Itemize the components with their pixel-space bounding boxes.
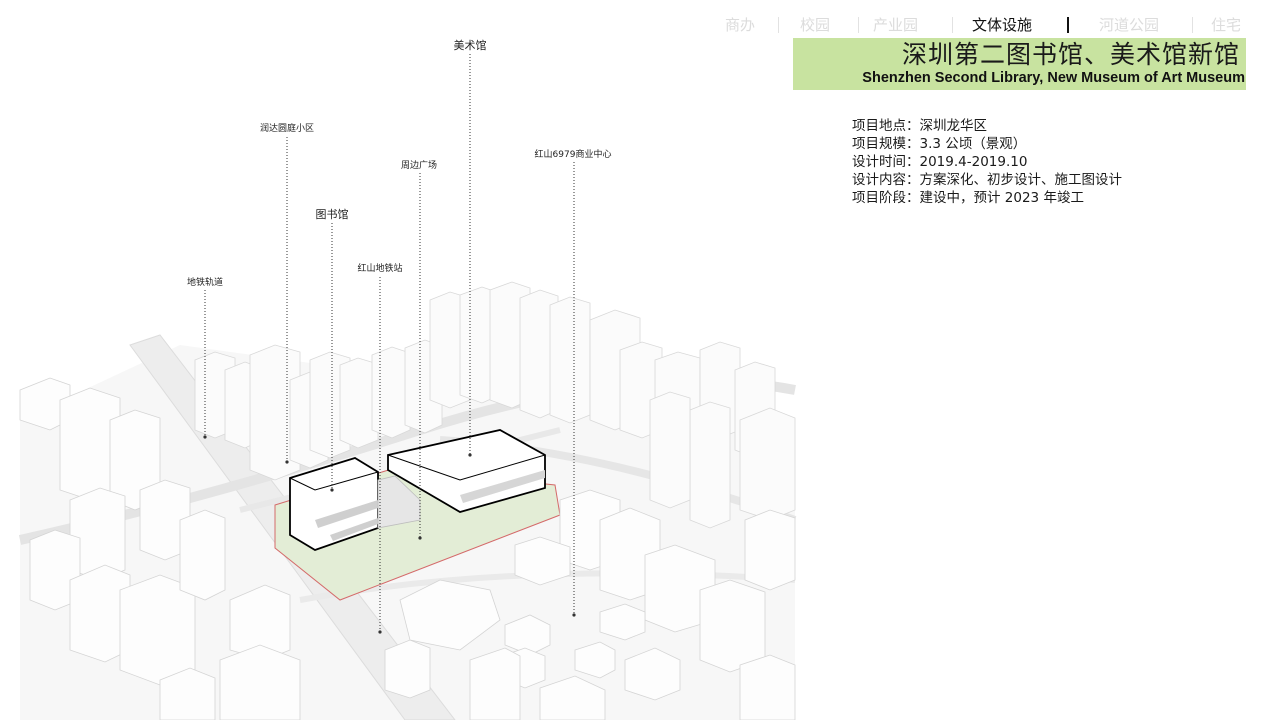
callout-metro-station: 红山地铁站 — [357, 264, 403, 274]
top-navigation: 商办 校园 产业园 文体设施 河道公园 住宅 — [720, 14, 1260, 36]
nav-item-culture-sports[interactable]: 文体设施 — [972, 14, 1032, 36]
callout-community: 润达圆庭小区 — [259, 124, 315, 134]
callout-plaza: 周边广场 — [400, 161, 438, 171]
info-design-time: 设计时间：2019.4-2019.10 — [852, 154, 1028, 170]
nav-divider — [1067, 17, 1069, 33]
nav-divider — [1192, 17, 1193, 33]
nav-item-river-park[interactable]: 河道公园 — [1099, 14, 1159, 36]
site-model-illustration — [18, 54, 797, 721]
info-location: 项目地点：深圳龙华区 — [852, 118, 987, 134]
nav-divider — [952, 17, 953, 33]
callout-metro-track: 地铁轨道 — [186, 278, 224, 288]
site-axonometric-drawing: 美术馆 润达圆庭小区 周边广场 红山6979商业中心 图书馆 红山地铁站 地铁轨… — [0, 0, 800, 721]
info-scale: 项目规模：3.3 公顷（景观） — [852, 136, 1027, 152]
callout-commercial: 红山6979商业中心 — [534, 150, 612, 160]
nav-item-campus[interactable]: 校园 — [800, 14, 830, 36]
nav-item-industrial-park[interactable]: 产业园 — [873, 14, 918, 36]
info-design-content: 设计内容：方案深化、初步设计、施工图设计 — [852, 172, 1122, 188]
project-info: 项目地点：深圳龙华区 项目规模：3.3 公顷（景观） 设计时间：2019.4-2… — [852, 117, 1122, 207]
project-title-cn: 深圳第二图书馆、美术馆新馆 — [901, 40, 1240, 69]
callout-museum: 美术馆 — [453, 39, 487, 52]
info-stage: 项目阶段：建设中，预计 2023 年竣工 — [852, 190, 1084, 206]
callout-library: 图书馆 — [315, 208, 349, 221]
nav-divider — [858, 17, 859, 33]
project-title-banner: 深圳第二图书馆、美术馆新馆 Shenzhen Second Library, N… — [793, 38, 1246, 90]
nav-item-residential[interactable]: 住宅 — [1211, 14, 1241, 36]
project-title-en: Shenzhen Second Library, New Museum of A… — [862, 70, 1245, 86]
